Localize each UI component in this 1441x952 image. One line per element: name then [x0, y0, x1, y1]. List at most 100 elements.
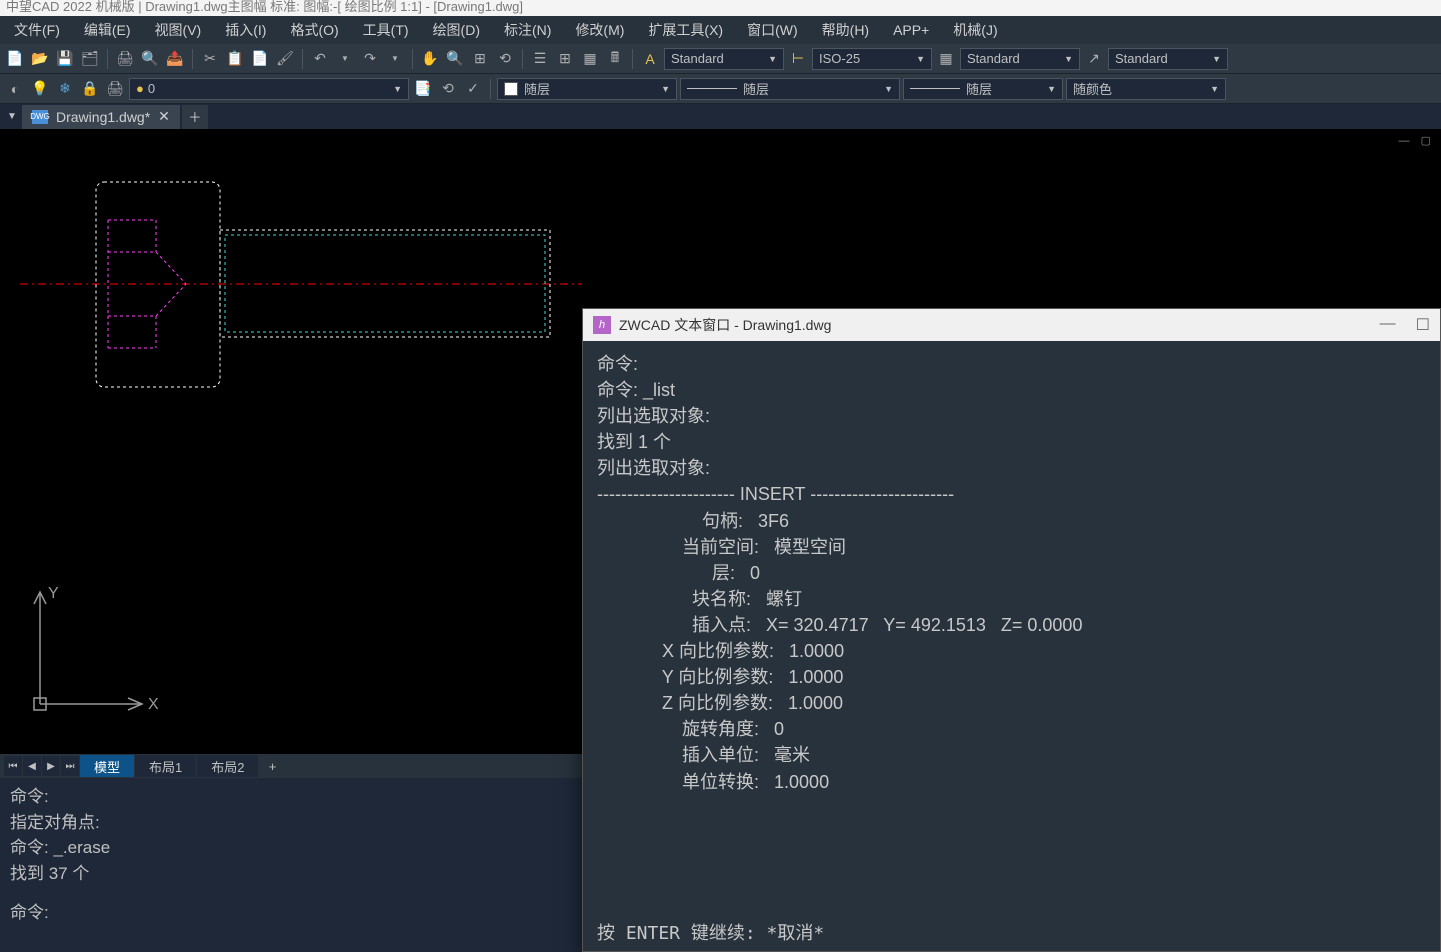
menu-mech[interactable]: 机械(J) [943, 16, 1007, 44]
layerprev-icon[interactable]: ⟲ [437, 78, 459, 100]
menu-modify[interactable]: 修改(M) [565, 16, 634, 44]
text-window-body[interactable]: 命令:命令: _list列出选取对象:找到 1 个列出选取对象:--------… [583, 341, 1440, 913]
tw-line: 插入点: X= 320.4717 Y= 492.1513 Z= 0.0000 [597, 612, 1426, 638]
layout-add-button[interactable]: + [259, 759, 285, 774]
add-tab-button[interactable]: ＋ [182, 105, 208, 129]
saveall-icon[interactable]: 🗂 [79, 48, 101, 70]
layout-tab-1[interactable]: 布局1 [135, 755, 196, 777]
layermatch-icon[interactable]: ✓ [462, 78, 484, 100]
menu-ext[interactable]: 扩展工具(X) [638, 16, 733, 44]
menu-window[interactable]: 窗口(W) [737, 16, 808, 44]
layout-tab-model[interactable]: 模型 [80, 755, 134, 777]
zoomp-icon[interactable]: ⟲ [494, 48, 516, 70]
filetabs-scroll-down-icon[interactable]: ▼ [4, 107, 20, 127]
copy-icon[interactable]: 📋 [224, 48, 246, 70]
layout-tab-2[interactable]: 布局2 [197, 755, 258, 777]
zoom-icon[interactable]: 🔍 [444, 48, 466, 70]
mleaderstyle-icon[interactable]: ↗ [1083, 48, 1105, 70]
plotstyle-dropdown[interactable]: 随颜色 ▼ [1066, 78, 1226, 100]
calc-icon[interactable]: 🖩 [604, 48, 626, 70]
toolbar-row-1: 📄 📂 💾 🗂 🖨 🔍 📤 ✂ 📋 📄 🖌 ↶ ▼ ↷ ▼ ✋ 🔍 ⊞ ⟲ ☰ … [0, 44, 1441, 74]
lineweight-dropdown[interactable]: 随层 ▼ [903, 78, 1063, 100]
menu-draw[interactable]: 绘图(D) [423, 16, 490, 44]
menu-file[interactable]: 文件(F) [4, 16, 70, 44]
menu-edit[interactable]: 编辑(E) [74, 16, 141, 44]
viewport-window-controls[interactable]: — ▢ [1399, 134, 1435, 147]
minimize-icon[interactable]: — [1380, 315, 1396, 335]
menu-insert[interactable]: 插入(I) [215, 16, 276, 44]
chevron-down-icon: ▼ [1212, 54, 1221, 64]
tw-line: 列出选取对象: [597, 403, 1426, 429]
tw-line: 命令: [597, 351, 1426, 377]
layerstate-icon[interactable]: 📑 [412, 78, 434, 100]
drawing-canvas[interactable]: Y X [0, 130, 582, 754]
undo-dd-icon[interactable]: ▼ [334, 48, 356, 70]
tw-line: 单位转换: 1.0000 [597, 769, 1426, 795]
match-icon[interactable]: 🖌 [274, 48, 296, 70]
separator [490, 79, 491, 99]
color-dropdown[interactable]: 随层 ▼ [497, 78, 677, 100]
text-window-titlebar[interactable]: h ZWCAD 文本窗口 - Drawing1.dwg — ☐ [583, 309, 1440, 341]
dimstyle-icon[interactable]: ⊢ [787, 48, 809, 70]
mleader-style-value: Standard [1115, 51, 1168, 66]
open-icon[interactable]: 📂 [29, 48, 51, 70]
paste-icon[interactable]: 📄 [249, 48, 271, 70]
redo-icon[interactable]: ↷ [359, 48, 381, 70]
layer-btn-1[interactable]: ◐ [4, 78, 26, 100]
layer-btn-4[interactable]: 🔒 [79, 78, 101, 100]
layout-nav-next-icon[interactable]: ▶ [42, 756, 60, 776]
linetype-dropdown[interactable]: 随层 ▼ [680, 78, 900, 100]
print-icon[interactable]: 🖨 [114, 48, 136, 70]
dim-style-dropdown[interactable]: ISO-25 ▼ [812, 48, 932, 70]
table-style-value: Standard [967, 51, 1020, 66]
close-icon[interactable]: ✕ [158, 108, 170, 125]
plotstyle-value: 随颜色 [1073, 79, 1112, 98]
table-style-dropdown[interactable]: Standard ▼ [960, 48, 1080, 70]
chevron-down-icon: ▼ [661, 84, 670, 94]
textstyle-icon[interactable]: A [639, 48, 661, 70]
cut-icon[interactable]: ✂ [199, 48, 221, 70]
tw-line: 旋转角度: 0 [597, 716, 1426, 742]
tw-line: 列出选取对象: [597, 455, 1426, 481]
layer-btn-2[interactable]: 💡 [29, 78, 51, 100]
pan-icon[interactable]: ✋ [419, 48, 441, 70]
text-window-title: ZWCAD 文本窗口 - Drawing1.dwg [619, 315, 831, 335]
text-window-prompt[interactable]: 按 ENTER 键继续: *取消* [583, 913, 1440, 951]
toolpal-icon[interactable]: ▦ [579, 48, 601, 70]
tw-line: 当前空间: 模型空间 [597, 534, 1426, 560]
undo-icon[interactable]: ↶ [309, 48, 331, 70]
dcenter-icon[interactable]: ⊞ [554, 48, 576, 70]
separator [632, 49, 633, 69]
app-title: 中望CAD 2022 机械版 | Drawing1.dwg主图幅 标准: 图幅:… [6, 0, 523, 14]
layer-dropdown[interactable]: ● 0 ▼ [129, 78, 409, 100]
menu-dim[interactable]: 标注(N) [494, 16, 561, 44]
layout-nav-prev-icon[interactable]: ◀ [23, 756, 41, 776]
file-tab-active[interactable]: DWG Drawing1.dwg* ✕ [22, 105, 180, 129]
save-icon[interactable]: 💾 [54, 48, 76, 70]
text-style-dropdown[interactable]: Standard ▼ [664, 48, 784, 70]
redo-dd-icon[interactable]: ▼ [384, 48, 406, 70]
props-icon[interactable]: ☰ [529, 48, 551, 70]
preview-icon[interactable]: 🔍 [139, 48, 161, 70]
menu-help[interactable]: 帮助(H) [812, 16, 879, 44]
zoomw-icon[interactable]: ⊞ [469, 48, 491, 70]
layout-nav-last-icon[interactable]: ⏭ [61, 756, 79, 776]
mleader-style-dropdown[interactable]: Standard ▼ [1108, 48, 1228, 70]
layout-nav-first-icon[interactable]: ⏮ [4, 756, 22, 776]
layer-btn-3[interactable]: ❄ [54, 78, 76, 100]
file-tabs-bar: ▼ DWG Drawing1.dwg* ✕ ＋ [0, 104, 1441, 130]
separator [412, 49, 413, 69]
menu-view[interactable]: 视图(V) [145, 16, 212, 44]
tw-line: 插入单位: 毫米 [597, 742, 1426, 768]
layer-btn-5[interactable]: 🖨 [104, 78, 126, 100]
maximize-icon[interactable]: ☐ [1416, 315, 1430, 335]
chevron-down-icon: ▼ [1064, 54, 1073, 64]
lineweight-preview [910, 88, 960, 89]
menu-app[interactable]: APP+ [883, 18, 939, 42]
new-icon[interactable]: 📄 [4, 48, 26, 70]
ucs-x-label: X [148, 696, 159, 713]
menu-format[interactable]: 格式(O) [280, 16, 348, 44]
menu-tools[interactable]: 工具(T) [353, 16, 419, 44]
publish-icon[interactable]: 📤 [164, 48, 186, 70]
tablestyle-icon[interactable]: ▦ [935, 48, 957, 70]
